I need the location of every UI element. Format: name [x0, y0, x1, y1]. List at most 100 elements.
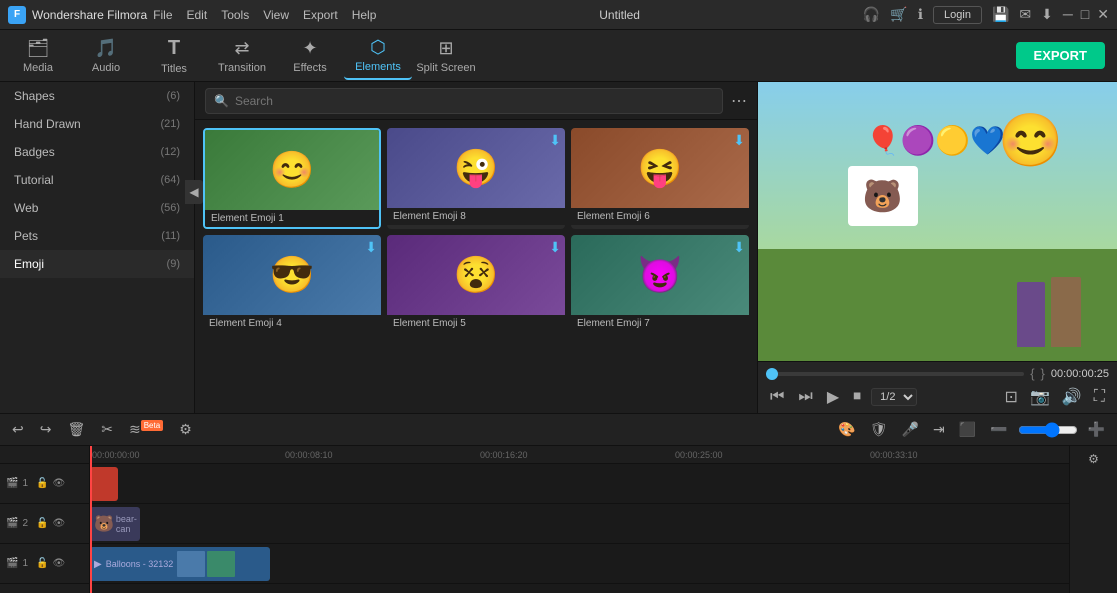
grid-item-emoji8[interactable]: 😜 ⬇ Element Emoji 8	[387, 128, 565, 229]
progress-bar[interactable]	[766, 372, 1024, 376]
track-visibility-3[interactable]: 👁	[52, 558, 65, 569]
tool-effects[interactable]: ✦ Effects	[276, 32, 344, 80]
undo-button[interactable]: ↩	[8, 419, 28, 440]
tool-audio[interactable]: 🎵 Audio	[72, 32, 140, 80]
speed-selector[interactable]: 1/2 1/1 2x	[871, 388, 917, 406]
frame-back-button[interactable]: ⏭	[794, 386, 816, 408]
tool-media-label: Media	[23, 62, 53, 74]
download-icon-6[interactable]: ⬇	[733, 239, 745, 256]
track-label-3: 🎬 1 🔓 👁	[0, 544, 89, 584]
close-button[interactable]: ✕	[1097, 6, 1109, 23]
ripple-button[interactable]: ⇥	[929, 419, 949, 440]
info-icon[interactable]: ℹ	[918, 6, 923, 23]
zoom-slider[interactable]	[1018, 422, 1078, 438]
grid-item-emoji4[interactable]: 😎 ⬇ Element Emoji 4	[203, 235, 381, 332]
message-icon[interactable]: ✉	[1019, 6, 1031, 23]
delete-button[interactable]: 🗑	[63, 419, 89, 440]
splitscreen-icon: ⊞	[438, 38, 453, 59]
cart-icon[interactable]: 🛒	[890, 6, 907, 23]
export-button[interactable]: EXPORT	[1016, 42, 1105, 69]
track-lock-1[interactable]: 🔓	[36, 478, 48, 489]
download-icon-2[interactable]: ⬇	[549, 132, 561, 149]
sidebar-item-shapes[interactable]: Shapes (6)	[0, 82, 194, 110]
track-type-icon-3: 🎬	[6, 558, 18, 569]
minimize-button[interactable]: ─	[1063, 6, 1073, 23]
grid-item-emoji1[interactable]: 😊 Element Emoji 1	[203, 128, 381, 229]
panel-collapse-btn[interactable]: ◀	[185, 180, 203, 204]
download-icon[interactable]: ⬇	[1041, 6, 1053, 23]
fit-preview-button[interactable]: ⊡	[1001, 385, 1022, 409]
tool-splitscreen[interactable]: ⊞ Split Screen	[412, 32, 480, 80]
fullscreen-button[interactable]: ⛶	[1090, 385, 1109, 409]
clip-cut-1[interactable]	[90, 467, 118, 501]
save-icon[interactable]: 💾	[992, 6, 1009, 23]
menu-tools[interactable]: Tools	[221, 8, 249, 22]
ruler-mark-0: 00:00:00:00	[92, 450, 140, 460]
search-box[interactable]: 🔍	[205, 88, 723, 114]
cut-button[interactable]: ✂	[97, 419, 117, 440]
sidebar-item-tutorial[interactable]: Tutorial (64)	[0, 166, 194, 194]
grid-item-emoji6[interactable]: 😝 ⬇ Element Emoji 6	[571, 128, 749, 229]
media-icon: 🗂	[27, 38, 50, 59]
sidebar-label-shapes: Shapes	[14, 89, 55, 103]
audio-stretch-button[interactable]: ≋Beta	[125, 419, 167, 440]
preview-video: 🎈🟣🟡💙⭐ 😊 🐻	[758, 82, 1117, 361]
maximize-button[interactable]: □	[1081, 6, 1089, 23]
add-track-button[interactable]: 🎨	[834, 419, 859, 440]
menu-export[interactable]: Export	[303, 8, 338, 22]
play-button[interactable]: ▶	[823, 385, 843, 409]
snapshot-button[interactable]: 📷	[1026, 385, 1054, 409]
transition-icon: ⇄	[234, 38, 249, 59]
menu-help[interactable]: Help	[352, 8, 377, 22]
grid-item-emoji7[interactable]: 😈 ⬇ Element Emoji 7	[571, 235, 749, 332]
emoji-icon-6: 😝	[638, 147, 683, 189]
sidebar-item-pets[interactable]: Pets (11)	[0, 222, 194, 250]
grid-item-emoji5[interactable]: 😵 ⬇ Element Emoji 5	[387, 235, 565, 332]
tool-media[interactable]: 🗂 Media	[4, 32, 72, 80]
shield-button[interactable]: 🛡	[866, 419, 892, 440]
tool-elements[interactable]: ⬡ Elements	[344, 32, 412, 80]
headset-icon[interactable]: 🎧	[863, 6, 880, 23]
sidebar-item-web[interactable]: Web (56)	[0, 194, 194, 222]
redo-button[interactable]: ↪	[36, 419, 56, 440]
track-lock-3[interactable]: 🔓	[36, 558, 48, 569]
playhead[interactable]	[90, 446, 92, 593]
sidebar-item-hand-drawn[interactable]: Hand Drawn (21)	[0, 110, 194, 138]
search-input[interactable]	[235, 94, 714, 108]
download-icon-5[interactable]: ⬇	[549, 239, 561, 256]
login-button[interactable]: Login	[933, 6, 982, 24]
sidebar-item-emoji[interactable]: Emoji (9)	[0, 250, 194, 278]
clip-bear[interactable]: 🐻 bear-can	[90, 507, 140, 541]
skip-back-button[interactable]: ⏮	[766, 386, 788, 408]
menu-file[interactable]: File	[153, 8, 172, 22]
tool-titles[interactable]: T Titles	[140, 32, 208, 80]
emoji-icon-7: 😈	[638, 254, 683, 296]
progress-thumb[interactable]	[766, 368, 778, 380]
track-area: 00:00:00:00 00:00:08:10 00:00:16:20 00:0…	[90, 446, 1069, 593]
tool-effects-label: Effects	[293, 62, 326, 74]
clip-bear-thumb: 🐻	[94, 514, 114, 534]
clip-balloons-label: Balloons - 32132	[106, 559, 174, 569]
zoom-out-button[interactable]: ➖	[986, 419, 1011, 440]
sidebar-item-badges[interactable]: Badges (12)	[0, 138, 194, 166]
mic-button[interactable]: 🎤	[898, 419, 923, 440]
track-lock-2[interactable]: 🔓	[36, 518, 48, 529]
captions-button[interactable]: ⬛	[955, 419, 980, 440]
track-visibility-2[interactable]: 👁	[52, 518, 65, 529]
audio-button[interactable]: 🔊	[1058, 385, 1086, 409]
timeline-settings-button[interactable]: ⚙	[1084, 450, 1103, 468]
more-options-icon[interactable]: ⋯	[731, 91, 747, 111]
menu-view[interactable]: View	[263, 8, 289, 22]
stop-button[interactable]: ⏹	[849, 386, 865, 408]
download-icon-3[interactable]: ⬇	[733, 132, 745, 149]
track-visibility-1[interactable]: 👁	[52, 478, 65, 489]
download-icon-4[interactable]: ⬇	[365, 239, 377, 256]
timeline-right-controls: ⚙	[1069, 446, 1117, 593]
tool-transition[interactable]: ⇄ Transition	[208, 32, 276, 80]
window-title: Untitled	[599, 8, 640, 22]
zoom-in-button[interactable]: ➕	[1084, 419, 1109, 440]
settings-button[interactable]: ⚙	[175, 419, 196, 440]
track-row-1	[90, 464, 1069, 504]
clip-balloons[interactable]: ▶ Balloons - 32132	[90, 547, 270, 581]
menu-edit[interactable]: Edit	[187, 8, 208, 22]
